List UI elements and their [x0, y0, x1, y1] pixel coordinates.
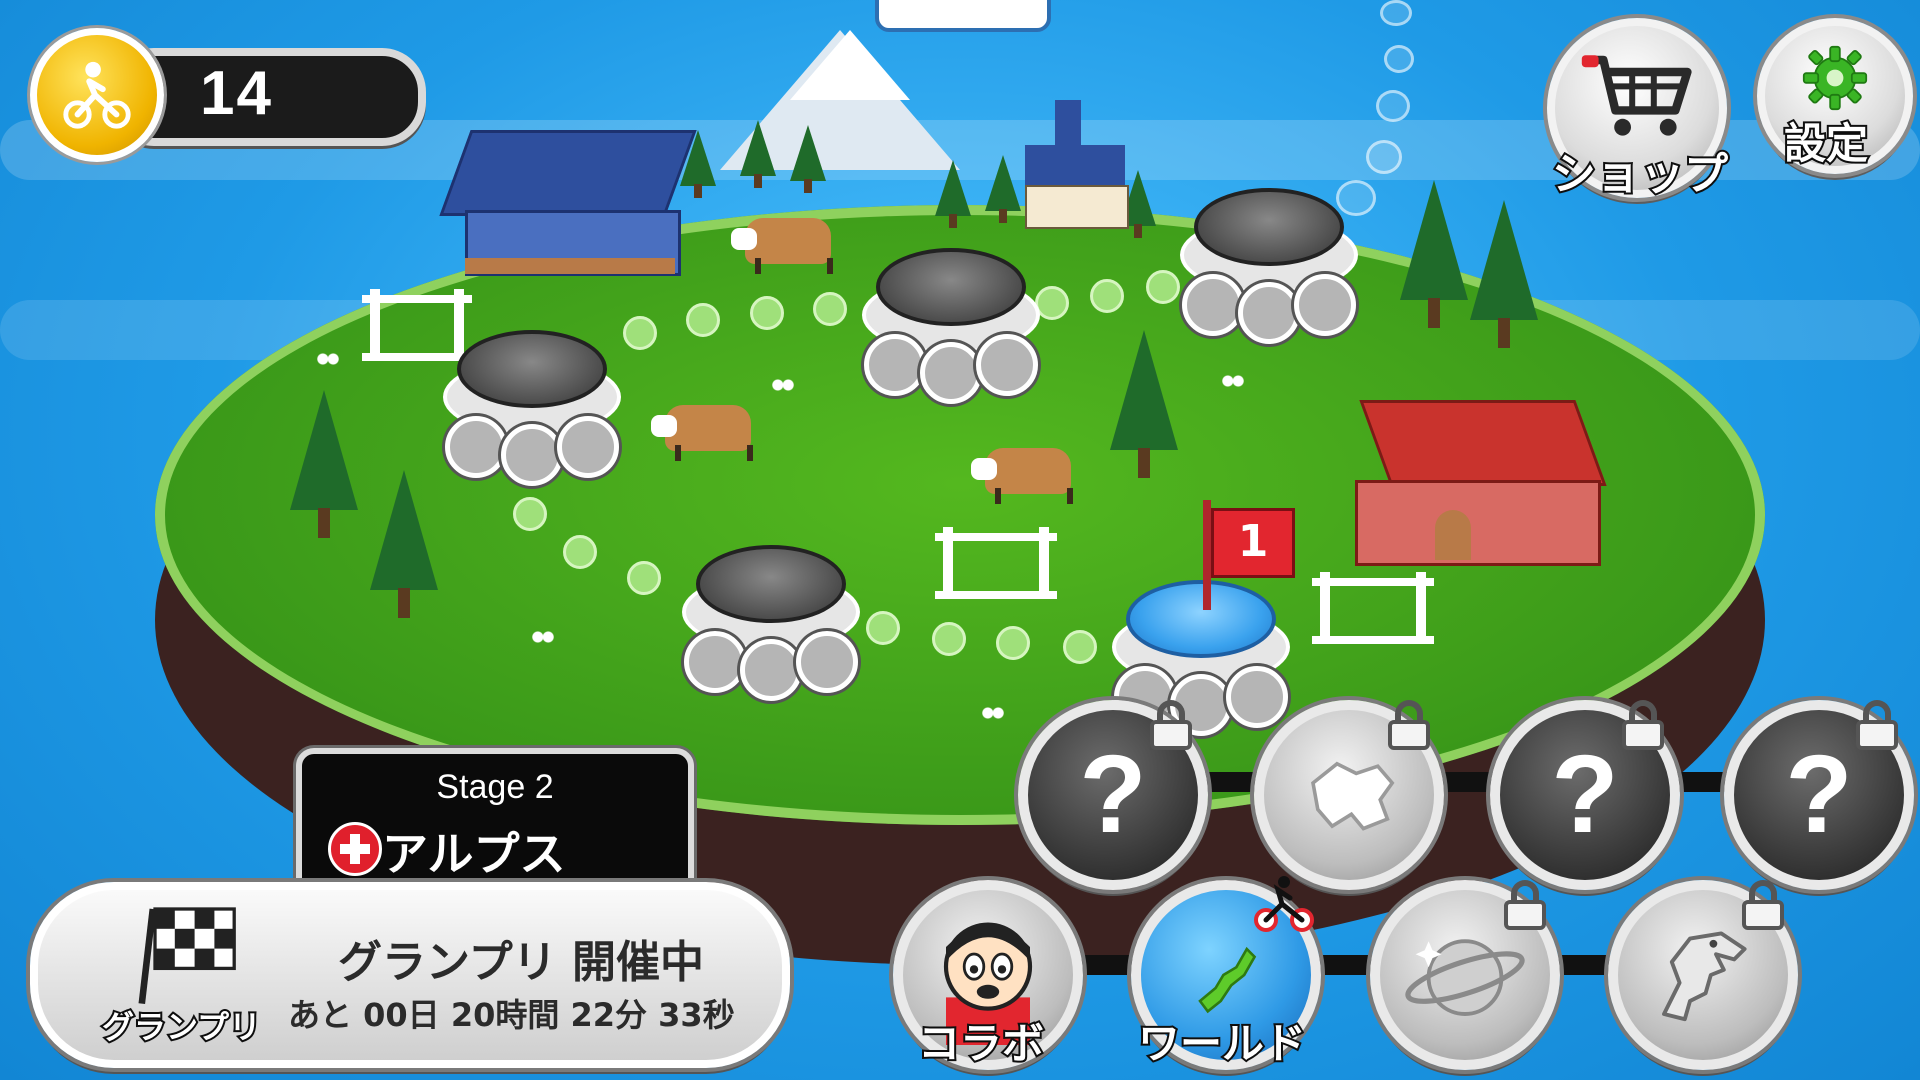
stage-node-locked[interactable]	[443, 330, 621, 486]
path-dot	[1063, 630, 1097, 664]
grand-prix-timer: あと 00日 20時間 22分 33秒	[288, 996, 735, 1034]
pine-tree-small	[935, 160, 971, 228]
stage-node-locked[interactable]	[862, 248, 1040, 404]
coin-count: 14	[200, 59, 273, 128]
stage-flag: 1	[1211, 508, 1295, 578]
flower	[1220, 372, 1246, 390]
bubble	[1366, 140, 1402, 174]
flag-pole	[1203, 500, 1211, 610]
stage-name: アルプス	[382, 827, 566, 881]
path-dot	[813, 292, 847, 326]
path-dot	[932, 622, 966, 656]
gear-icon	[1802, 45, 1868, 111]
shop-label[interactable]: ショップ	[1550, 138, 1730, 202]
cow	[651, 405, 753, 461]
cyclist-icon	[63, 61, 131, 129]
bubble	[1376, 90, 1410, 122]
bubble	[1384, 45, 1414, 73]
pine-tree-small	[985, 155, 1021, 223]
swiss-flag-icon	[328, 822, 382, 876]
cow	[971, 448, 1073, 504]
bike-coin-icon	[30, 28, 164, 162]
path-dot	[996, 626, 1030, 660]
europe-map-icon	[1311, 761, 1395, 831]
path-dot	[1146, 270, 1180, 304]
unknown-world-symbol: ?	[1079, 733, 1147, 856]
stage-info-panel[interactable]: Stage 2 アルプス	[296, 748, 694, 892]
mountain-peak	[790, 30, 910, 100]
checkered-flag-icon	[138, 907, 236, 1004]
lock-icon	[1150, 700, 1192, 750]
lock-icon	[1388, 700, 1430, 750]
flower	[530, 628, 556, 646]
grand-prix-panel[interactable]: グランプリ グランプリ 開催中 あと 00日 20時間 22分 33秒	[30, 882, 790, 1068]
stage-number: Stage 2	[436, 768, 554, 806]
top-indicator-tab[interactable]	[875, 0, 1051, 32]
fence	[1312, 572, 1434, 644]
bicycle-rider-icon	[1254, 876, 1314, 932]
path-dot	[1090, 279, 1124, 313]
shopping-cart-icon	[1581, 55, 1692, 136]
path-dot	[686, 303, 720, 337]
unknown-world-symbol: ?	[1785, 733, 1853, 856]
pine-tree-small	[790, 125, 826, 193]
path-dot	[623, 316, 657, 350]
pine-tree-small	[740, 120, 776, 188]
cow	[731, 218, 833, 274]
path-dot	[627, 561, 661, 595]
pine-tree	[1110, 330, 1178, 478]
path-dot	[513, 497, 547, 531]
grand-prix-label: グランプリ	[100, 1006, 263, 1048]
bubble	[1380, 0, 1412, 26]
collab-label[interactable]: コラボ	[916, 1010, 1046, 1071]
flower	[770, 376, 796, 394]
stage-node-locked[interactable]	[1180, 188, 1358, 344]
fence	[935, 527, 1057, 599]
pine-tree	[1400, 180, 1468, 328]
flower	[980, 704, 1006, 722]
pine-tree	[290, 390, 358, 538]
pine-tree	[370, 470, 438, 618]
unknown-world-symbol: ?	[1551, 733, 1619, 856]
world-label[interactable]: ワールド	[1136, 1010, 1308, 1071]
settings-label[interactable]: 設定	[1782, 110, 1870, 171]
stage-node-locked[interactable]	[682, 545, 860, 701]
lock-icon	[1504, 880, 1546, 930]
lock-icon	[1742, 880, 1784, 930]
coin-counter: 14	[30, 28, 426, 162]
lock-icon	[1856, 700, 1898, 750]
path-dot	[1035, 286, 1069, 320]
lock-icon	[1622, 700, 1664, 750]
path-dot	[866, 611, 900, 645]
pine-tree	[1470, 200, 1538, 348]
grand-prix-title: グランプリ 開催中	[338, 937, 704, 988]
flower	[315, 350, 341, 368]
path-dot	[563, 535, 597, 569]
path-dot	[750, 296, 784, 330]
